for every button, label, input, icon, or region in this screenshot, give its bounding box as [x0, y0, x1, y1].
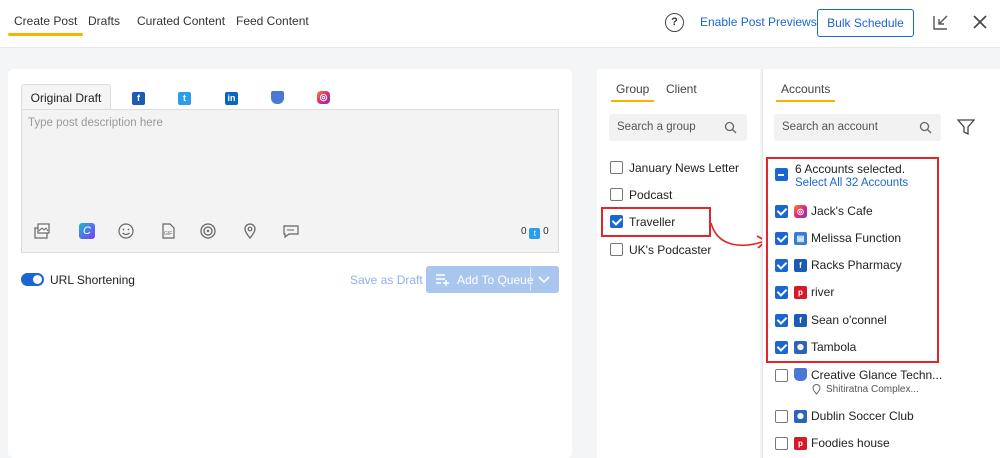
- account-checkbox-creative-glance[interactable]: [775, 369, 788, 382]
- account-search-input[interactable]: Search an account: [774, 114, 941, 141]
- target-icon[interactable]: [199, 222, 217, 240]
- select-all-checkbox[interactable]: [775, 168, 788, 181]
- search-icon: [724, 121, 737, 134]
- tab-accounts[interactable]: Accounts: [775, 82, 836, 102]
- google-business-tab-icon[interactable]: [271, 91, 284, 104]
- account-checkbox-melissa[interactable]: [775, 232, 788, 245]
- account-checkbox-jacks-cafe[interactable]: [775, 205, 788, 218]
- close-icon[interactable]: [971, 13, 989, 31]
- group-checkbox-january[interactable]: [610, 161, 623, 174]
- comment-icon[interactable]: [282, 222, 300, 240]
- account-label-river: river: [811, 285, 835, 299]
- svg-text:GIF: GIF: [164, 231, 172, 237]
- group-label-uk-podcaster: UK's Podcaster: [629, 243, 712, 257]
- instagram-tab-icon[interactable]: ◎: [317, 91, 330, 104]
- canva-icon[interactable]: C: [79, 223, 95, 239]
- help-icon[interactable]: ?: [665, 13, 684, 32]
- counter-general: 0: [521, 226, 527, 237]
- search-icon: [919, 121, 932, 134]
- account-label-jacks-cafe: Jack's Cafe: [811, 204, 873, 218]
- tab-create-post[interactable]: Create Post: [7, 14, 84, 36]
- group-checkbox-podcast[interactable]: [610, 188, 623, 201]
- group-search-placeholder: Search a group: [617, 121, 696, 133]
- group-label-podcast: Podcast: [629, 188, 673, 202]
- account-label-melissa: Melissa Function: [811, 231, 902, 245]
- account-label-creative-glance: Creative Glance Techn...: [811, 368, 943, 382]
- group-label-january: January News Letter: [629, 161, 740, 175]
- media-icon[interactable]: [33, 222, 51, 240]
- bulk-schedule-button[interactable]: Bulk Schedule: [817, 9, 914, 37]
- account-label-sean: Sean o'connel: [811, 313, 887, 327]
- twitter-counter-icon: t: [529, 228, 541, 239]
- add-to-queue-label: Add To Queue: [457, 273, 534, 287]
- twitter-tab-icon[interactable]: t: [178, 92, 191, 105]
- group-search-input[interactable]: Search a group: [609, 114, 747, 141]
- tab-drafts[interactable]: Drafts: [88, 14, 120, 28]
- tab-curated-content[interactable]: Curated Content: [137, 14, 225, 28]
- account-checkbox-tambola[interactable]: [775, 341, 788, 354]
- tab-client[interactable]: Client: [666, 82, 697, 96]
- tab-feed-content[interactable]: Feed Content: [236, 14, 309, 28]
- minimize-icon[interactable]: [932, 13, 950, 31]
- url-shortening-label: URL Shortening: [50, 273, 135, 287]
- facebook-icon: f: [794, 314, 807, 327]
- post-description-placeholder: Type post description here: [28, 117, 163, 129]
- account-checkbox-racks[interactable]: [775, 259, 788, 272]
- accounts-selected-text: 6 Accounts selected.: [795, 162, 906, 176]
- google-business-icon: [794, 368, 807, 381]
- account-address-creative-glance: Shitiratna Complex...: [826, 384, 919, 395]
- location-icon[interactable]: [241, 222, 259, 240]
- instagram-icon: ◎: [794, 205, 807, 218]
- account-checkbox-sean[interactable]: [775, 314, 788, 327]
- business-icon: ▤: [794, 232, 807, 245]
- queue-add-icon: [436, 274, 449, 286]
- facebook-tab-icon[interactable]: f: [132, 92, 145, 105]
- character-counter: 0 t 0: [521, 226, 549, 239]
- location-pin-icon: [812, 384, 821, 395]
- account-label-dublin: Dublin Soccer Club: [811, 409, 914, 423]
- tab-group[interactable]: Group: [610, 82, 655, 102]
- account-label-racks: Racks Pharmacy: [811, 258, 902, 272]
- group-checkbox-uk-podcaster[interactable]: [610, 243, 623, 256]
- account-label-foodies: Foodies house: [811, 436, 890, 450]
- linkedin-tab-icon[interactable]: in: [225, 92, 238, 105]
- save-as-draft-button[interactable]: Save as Draft: [350, 273, 423, 287]
- add-to-queue-button[interactable]: Add To Queue: [426, 266, 559, 293]
- tab-original-draft[interactable]: Original Draft: [21, 84, 111, 110]
- filter-icon[interactable]: [957, 118, 975, 136]
- account-checkbox-river[interactable]: [775, 286, 788, 299]
- enable-post-previews-link[interactable]: Enable Post Previews: [700, 15, 817, 29]
- chevron-down-icon[interactable]: [538, 275, 550, 284]
- pinterest-icon: p: [794, 437, 807, 450]
- group-checkbox-traveller[interactable]: [610, 215, 623, 228]
- account-label-tambola: Tambola: [811, 340, 857, 354]
- account-checkbox-foodies[interactable]: [775, 437, 788, 450]
- url-shortening-toggle[interactable]: [21, 273, 44, 286]
- select-all-accounts-link[interactable]: Select All 32 Accounts: [795, 177, 908, 189]
- arrow-annotation: [710, 222, 768, 249]
- button-divider: [530, 268, 531, 291]
- account-checkbox-dublin[interactable]: [775, 410, 788, 423]
- gif-icon[interactable]: GIF: [159, 222, 177, 240]
- counter-twitter: 0: [543, 226, 549, 237]
- emoji-icon[interactable]: [117, 222, 135, 240]
- account-search-placeholder: Search an account: [782, 121, 878, 133]
- group-icon: ⚉: [794, 341, 807, 354]
- group-icon: ⚉: [794, 410, 807, 423]
- pinterest-icon: p: [794, 286, 807, 299]
- facebook-icon: f: [794, 259, 807, 272]
- group-label-traveller: Traveller: [629, 215, 676, 229]
